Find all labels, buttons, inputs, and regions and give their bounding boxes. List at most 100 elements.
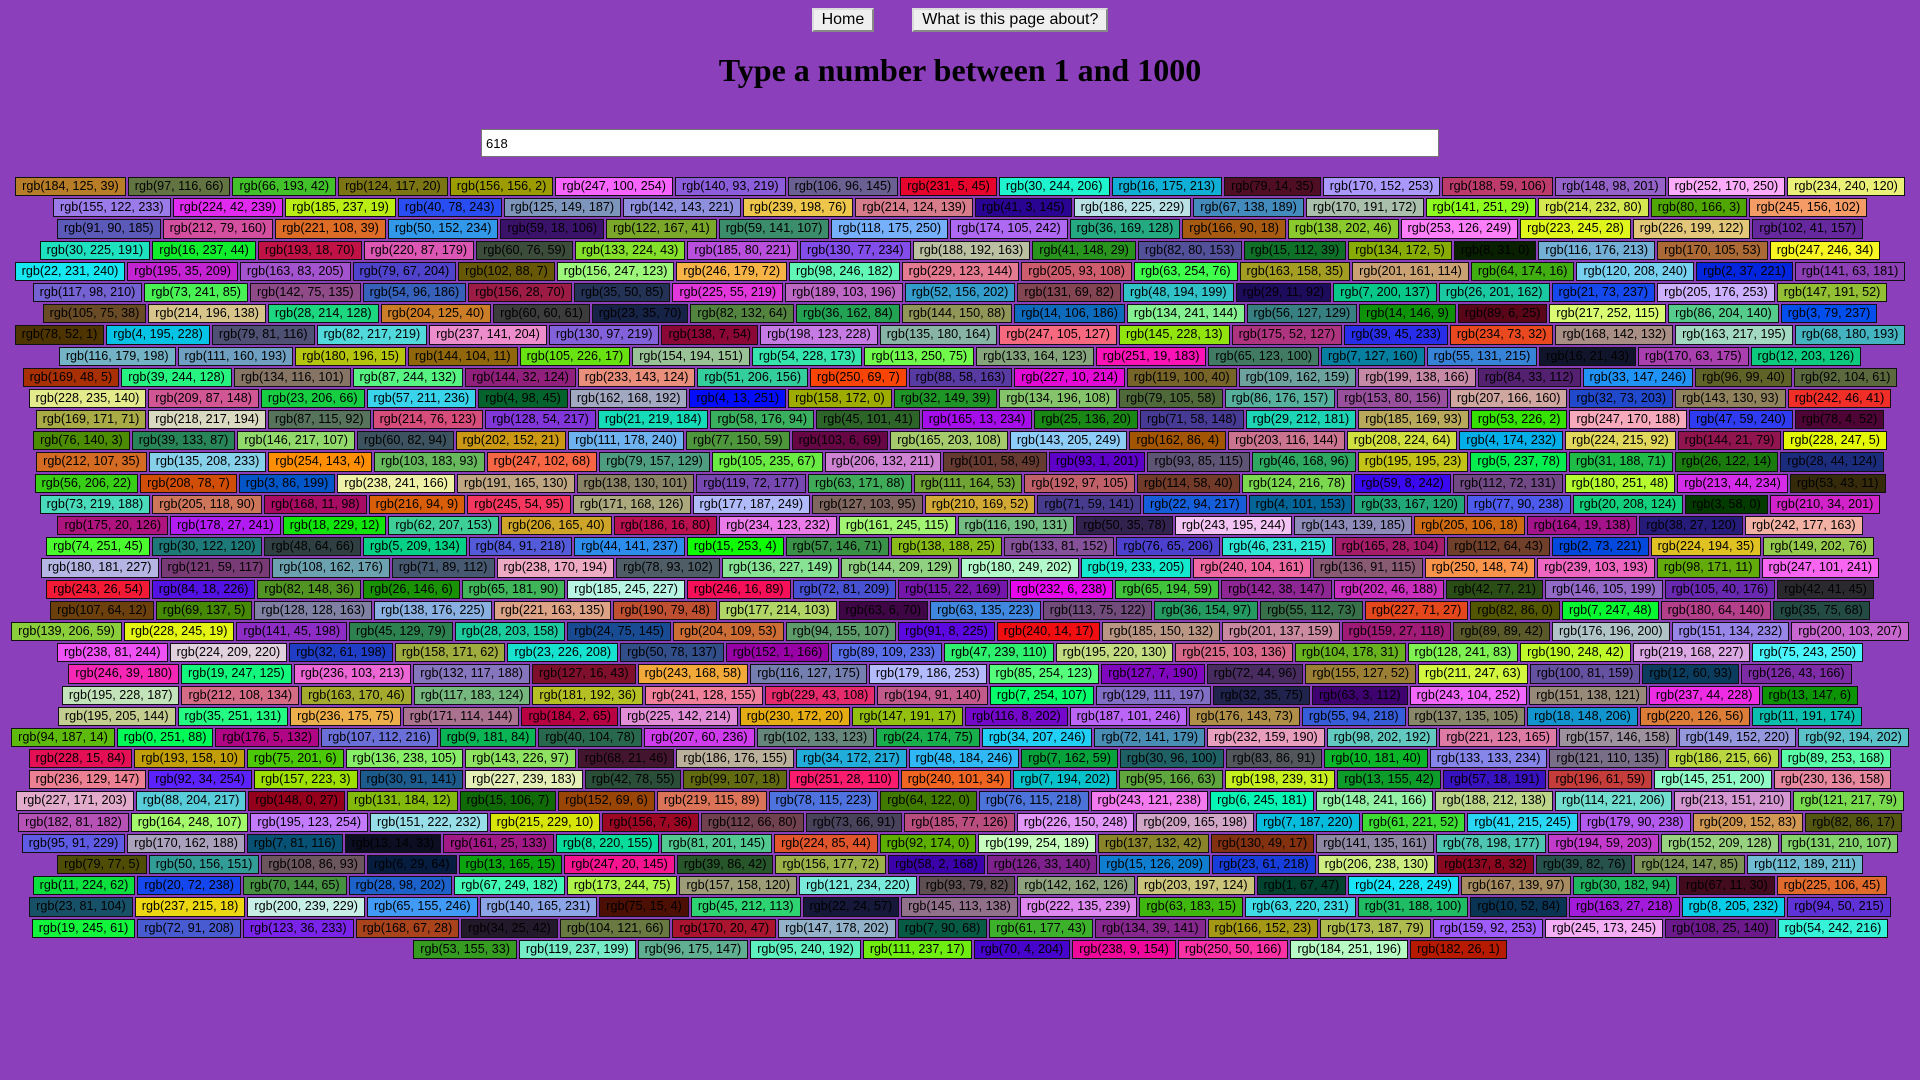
color-swatch: rgb(126, 33, 140) — [986, 855, 1098, 875]
color-swatch: rgb(221, 108, 39) — [275, 219, 386, 239]
color-swatch: rgb(56, 127, 129) — [1246, 304, 1358, 324]
color-swatch: rgb(245, 54, 95) — [467, 494, 571, 514]
color-swatch: rgb(101, 58, 49) — [943, 452, 1047, 472]
color-swatch: rgb(243, 104, 252) — [1409, 685, 1528, 705]
color-swatch: rgb(55, 94, 218) — [1301, 706, 1406, 726]
color-swatch: rgb(60, 82, 94) — [356, 431, 454, 451]
color-swatch: rgb(107, 112, 216) — [321, 727, 438, 748]
color-swatch: rgb(187, 101, 246) — [1069, 706, 1188, 726]
color-swatch: rgb(78, 115, 223) — [768, 791, 879, 811]
color-swatch: rgb(60, 60, 61) — [493, 304, 590, 324]
color-swatch: rgb(165, 203, 108) — [890, 431, 1008, 451]
color-swatch: rgb(224, 42, 239) — [172, 198, 284, 218]
color-swatch: rgb(124, 216, 78) — [1241, 473, 1353, 493]
color-swatch: rgb(159, 27, 118) — [1341, 621, 1452, 642]
color-swatch: rgb(67, 138, 189) — [1193, 198, 1304, 218]
color-swatch: rgb(204, 125, 40) — [380, 304, 492, 324]
color-swatch: rgb(208, 224, 64) — [1346, 431, 1458, 451]
color-swatch: rgb(138, 188, 25) — [891, 537, 1002, 557]
color-swatch: rgb(45, 212, 113) — [690, 897, 801, 917]
color-swatch: rgb(230, 172, 20) — [739, 706, 851, 726]
color-swatch: rgb(79, 77, 5) — [57, 855, 147, 875]
color-swatch: rgb(66, 193, 42) — [232, 177, 337, 197]
color-swatch: rgb(117, 183, 124) — [413, 685, 531, 705]
color-swatch: rgb(140, 165, 231) — [479, 897, 598, 917]
color-swatch: rgb(243, 168, 58) — [637, 664, 749, 684]
color-swatch: rgb(7, 254, 107) — [989, 685, 1094, 705]
color-swatch: rgb(193, 18, 70) — [257, 240, 362, 260]
color-swatch: rgb(198, 239, 31) — [1224, 770, 1336, 790]
color-swatch: rgb(156, 177, 72) — [775, 855, 887, 875]
color-swatch: rgb(40, 78, 243) — [397, 198, 502, 218]
color-swatch: rgb(138, 176, 225) — [374, 600, 492, 620]
color-swatch: rgb(39, 82, 76) — [1535, 855, 1633, 875]
color-swatch: rgb(225, 106, 45) — [1776, 876, 1888, 896]
color-swatch: rgb(22, 231, 240) — [14, 261, 126, 281]
color-swatch: rgb(209, 87, 148) — [148, 388, 259, 409]
color-swatch: rgb(234, 123, 232) — [719, 516, 837, 536]
color-swatch: rgb(213, 44, 234) — [1677, 473, 1788, 493]
color-swatch: rgb(205, 93, 108) — [1021, 261, 1132, 281]
color-swatch: rgb(77, 150, 59) — [685, 431, 790, 451]
color-swatch: rgb(238, 81, 244) — [56, 643, 168, 663]
color-swatch: rgb(173, 244, 75) — [566, 876, 678, 896]
color-swatch: rgb(32, 73, 203) — [1569, 388, 1674, 409]
color-swatch: rgb(4, 195, 228) — [106, 325, 210, 345]
color-swatch: rgb(57, 211, 236) — [366, 388, 477, 409]
color-swatch: rgb(245, 173, 245) — [1545, 918, 1664, 938]
color-swatch: rgb(190, 79, 48) — [613, 600, 717, 620]
color-swatch: rgb(2, 73, 221) — [1551, 537, 1649, 557]
color-swatch: rgb(182, 81, 182) — [18, 812, 129, 832]
color-swatch: rgb(28, 44, 124) — [1780, 452, 1884, 472]
color-swatch: rgb(180, 249, 202) — [961, 558, 1079, 578]
color-swatch: rgb(130, 49, 17) — [1210, 833, 1315, 853]
color-swatch: rgb(105, 226, 17) — [519, 346, 631, 366]
color-swatch: rgb(141, 135, 161) — [1316, 833, 1434, 853]
color-swatch: rgb(57, 146, 71) — [785, 537, 890, 557]
color-swatch: rgb(252, 170, 250) — [1667, 177, 1786, 197]
color-swatch: rgb(147, 191, 52) — [1776, 282, 1888, 303]
color-swatch: rgb(20, 72, 238) — [137, 876, 241, 896]
color-swatch: rgb(237, 215, 18) — [134, 897, 246, 917]
color-swatch: rgb(156, 247, 123) — [556, 261, 675, 281]
color-swatch: rgb(136, 238, 105) — [345, 749, 464, 769]
color-swatch: rgb(82, 80, 153) — [1137, 240, 1242, 260]
color-swatch: rgb(227, 71, 27) — [1364, 600, 1469, 620]
color-swatch: rgb(233, 143, 124) — [577, 367, 696, 387]
color-swatch: rgb(176, 5, 132) — [215, 727, 320, 748]
color-swatch: rgb(195, 195, 23) — [1357, 452, 1469, 472]
color-swatch: rgb(34, 207, 246) — [981, 727, 1093, 748]
color-swatch: rgb(55, 131, 215) — [1426, 346, 1538, 366]
color-swatch: rgb(190, 248, 42) — [1520, 643, 1631, 663]
color-swatch: rgb(170, 152, 253) — [1322, 177, 1441, 197]
color-swatch: rgb(179, 186, 253) — [868, 664, 987, 684]
color-swatch: rgb(212, 79, 160) — [162, 219, 274, 239]
color-swatch: rgb(83, 86, 91) — [1225, 749, 1323, 769]
color-swatch: rgb(186, 176, 155) — [676, 749, 795, 769]
color-swatch: rgb(87, 244, 132) — [352, 367, 464, 387]
color-swatch: rgb(170, 162, 188) — [127, 833, 245, 853]
color-swatch: rgb(170, 105, 53) — [1657, 240, 1768, 260]
color-swatch: rgb(250, 148, 74) — [1424, 558, 1536, 578]
color-swatch: rgb(128, 54, 217) — [485, 410, 596, 430]
color-swatch: rgb(30, 122, 120) — [151, 537, 263, 557]
about-button[interactable]: What is this page about? — [912, 8, 1109, 32]
color-swatch: rgb(242, 46, 41) — [1787, 388, 1892, 409]
number-input[interactable] — [481, 129, 1439, 157]
color-swatch: rgb(23, 35, 70) — [591, 304, 689, 324]
color-swatch: rgb(180, 181, 227) — [40, 558, 159, 578]
color-swatch: rgb(137, 132, 42) — [1097, 833, 1209, 853]
color-swatch: rgb(170, 63, 175) — [1637, 346, 1749, 366]
color-swatch: rgb(34, 172, 217) — [796, 749, 907, 769]
color-swatch: rgb(94, 155, 107) — [785, 621, 897, 642]
color-swatch: rgb(7, 81, 116) — [246, 833, 343, 853]
color-swatch: rgb(7, 162, 59) — [1021, 749, 1118, 769]
home-button[interactable]: Home — [811, 8, 875, 32]
color-swatch: rgb(14, 106, 186) — [1014, 304, 1125, 324]
color-swatch: rgb(13, 147, 6) — [1761, 685, 1859, 705]
color-swatch: rgb(144, 32, 124) — [465, 367, 576, 387]
color-swatch: rgb(213, 151, 210) — [1673, 791, 1792, 811]
color-swatch: rgb(185, 150, 132) — [1102, 621, 1221, 642]
color-swatch: rgb(102, 41, 157) — [1752, 219, 1864, 239]
color-swatch: rgb(112, 189, 211) — [1747, 855, 1863, 875]
